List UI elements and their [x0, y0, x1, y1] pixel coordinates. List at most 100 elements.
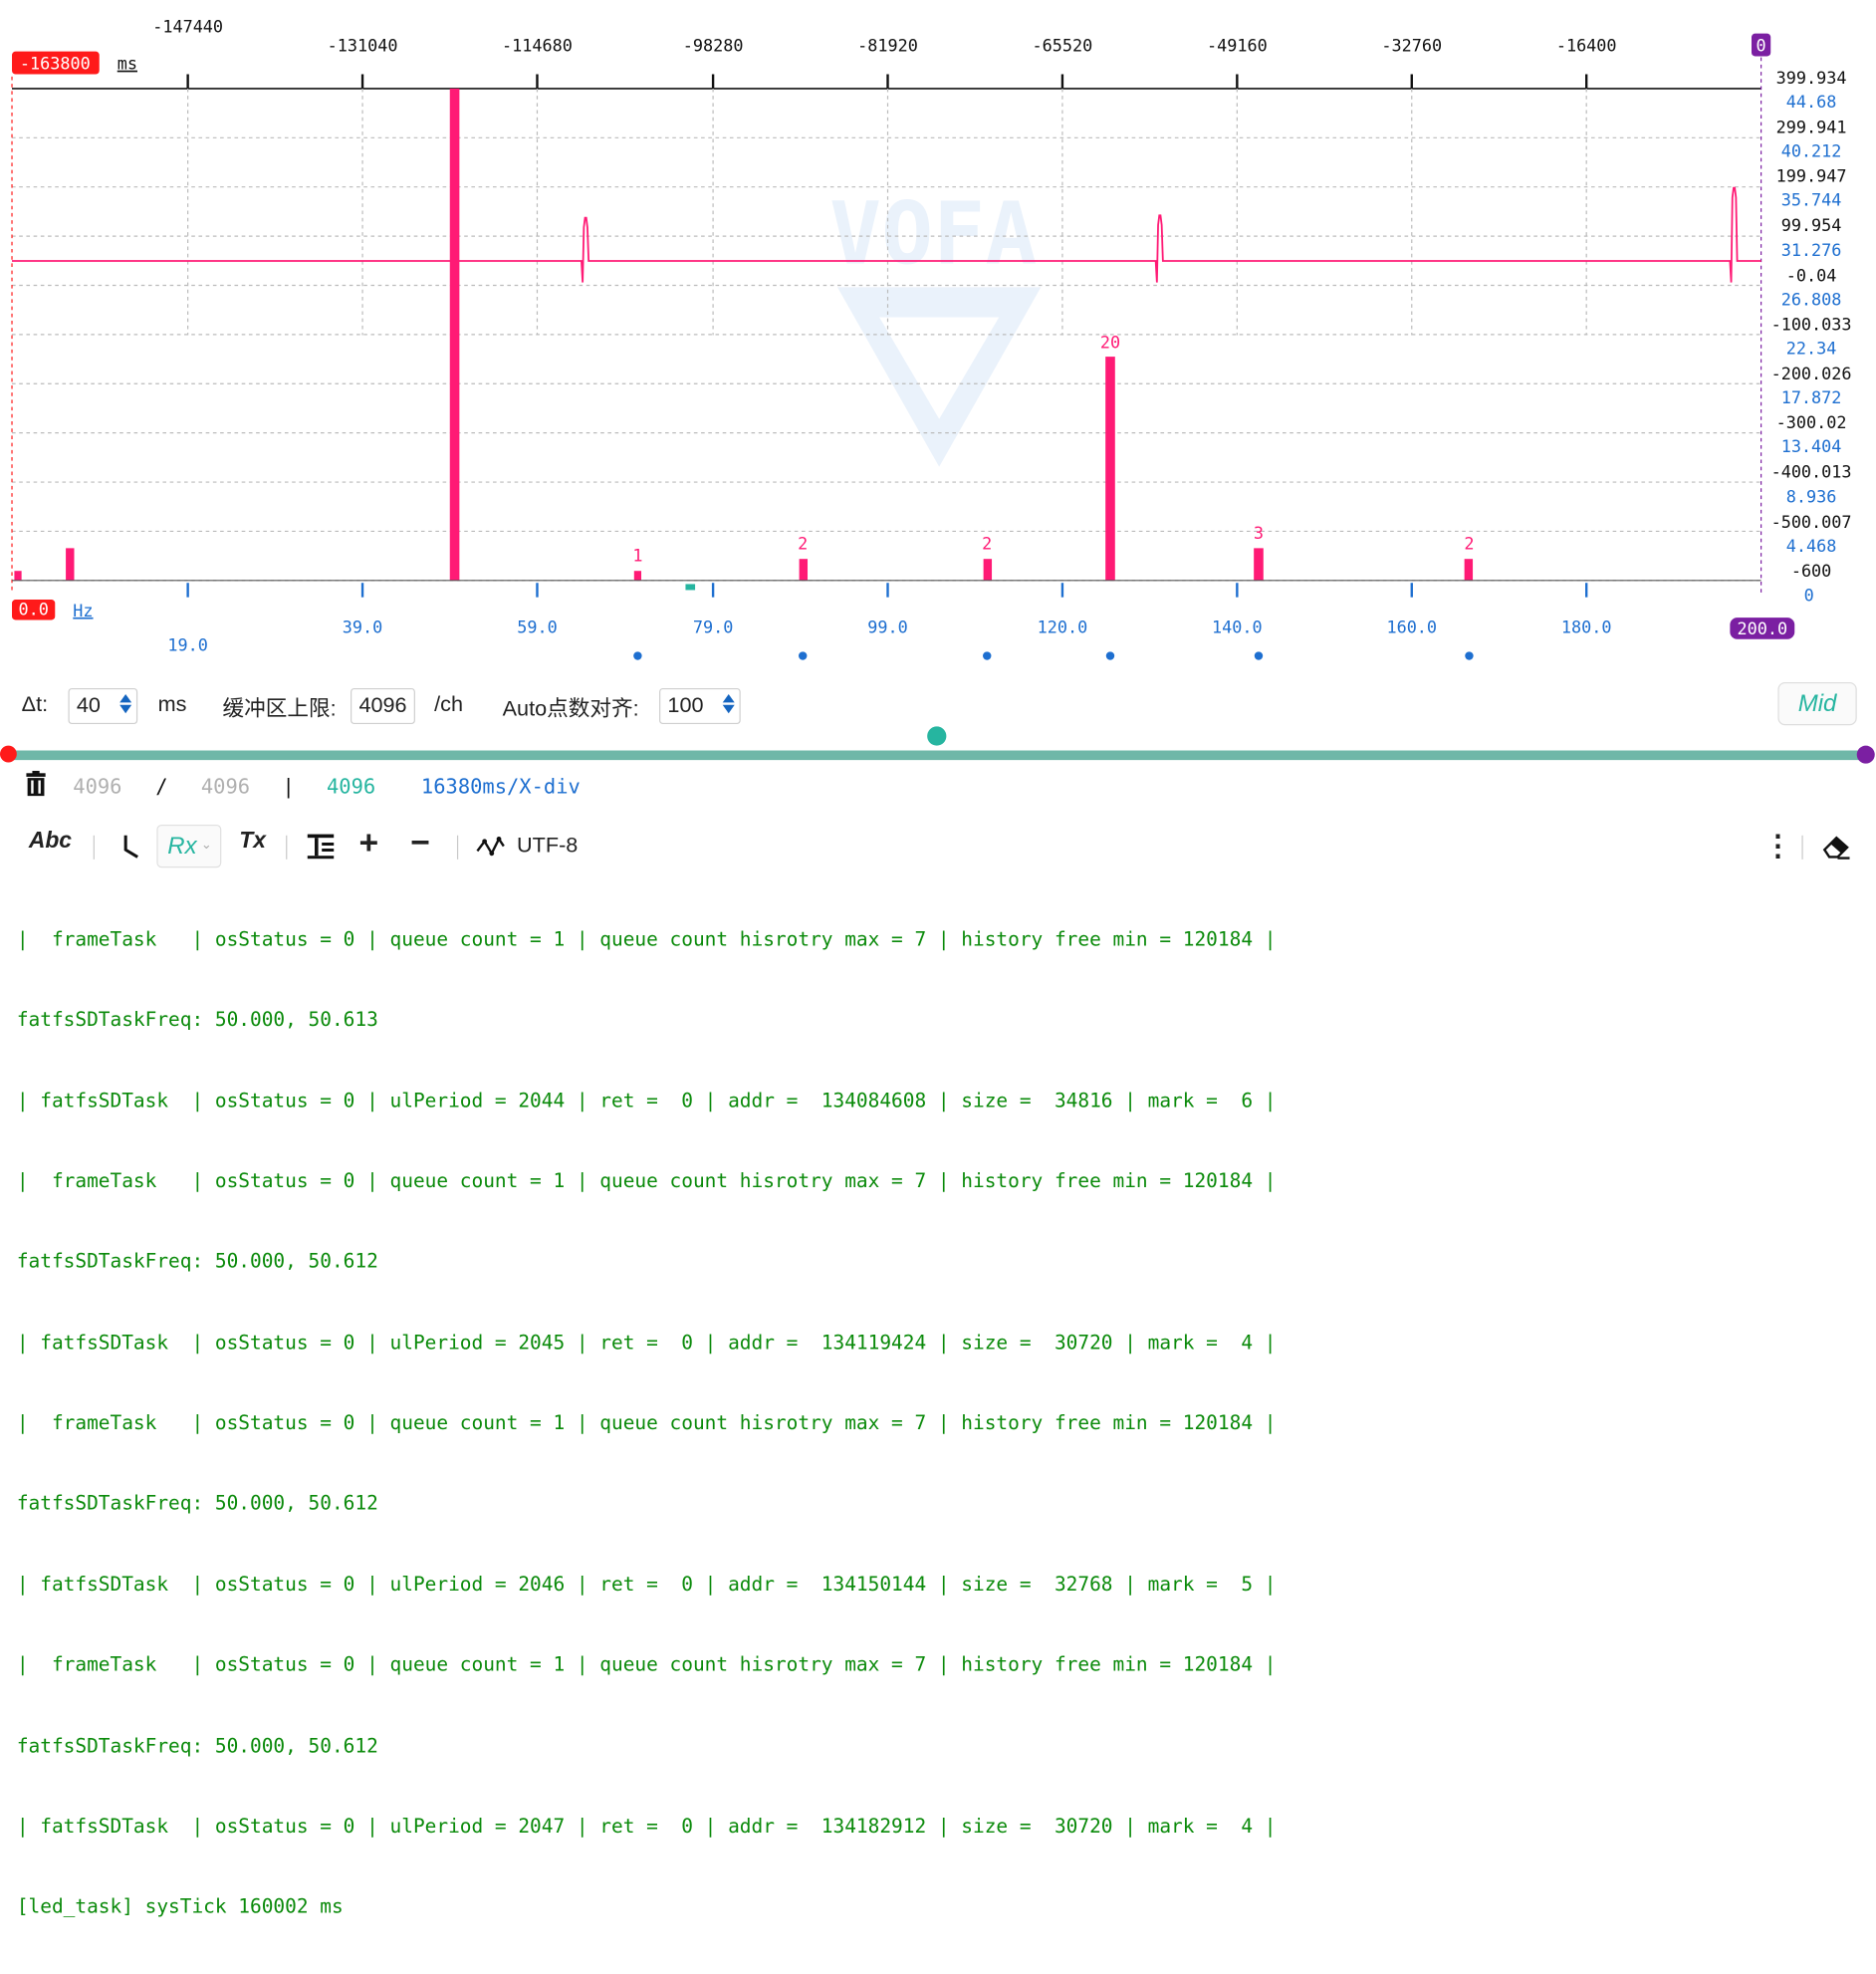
- peak-label: 2: [1464, 534, 1474, 554]
- freq-tick-label: 59.0: [517, 617, 557, 637]
- y-label: 0: [1804, 585, 1814, 605]
- freq-unit: Hz: [73, 601, 93, 620]
- log-line: | frameTask | osStatus = 0 | queue count…: [16, 927, 1277, 951]
- freq-right-value: 200.0: [1737, 618, 1787, 638]
- count-a: 4096: [73, 775, 122, 800]
- peak-label: 20: [1100, 333, 1120, 353]
- log-line: | frameTask | osStatus = 0 | queue count…: [16, 1410, 1277, 1434]
- encoding-select[interactable]: UTF-8: [517, 833, 578, 858]
- mid-button[interactable]: Mid: [1777, 681, 1857, 726]
- y-label: 17.872: [1781, 387, 1842, 407]
- fft-bar: [633, 571, 642, 581]
- time-tick-label: -16400: [1556, 36, 1617, 56]
- slash: /: [155, 775, 168, 800]
- dt-label: Δt:: [21, 691, 49, 716]
- y-label: 299.941: [1776, 117, 1847, 136]
- status-row: 4096 / 4096 | 4096 16380ms/X-div: [0, 770, 1876, 807]
- freq-tick-label: 180.0: [1561, 617, 1612, 637]
- buffer-spinbox[interactable]: 4096: [351, 687, 415, 725]
- y-label: -400.013: [1771, 461, 1852, 481]
- left-cursor-value: -163800: [20, 54, 91, 74]
- time-axis-labels: -147440 -131040 -114680 -98280 -81920 -6…: [152, 16, 1616, 55]
- y-label: -600: [1791, 561, 1831, 581]
- log-line: | fatfsSDTask | osStatus = 0 | ulPeriod …: [16, 1572, 1277, 1596]
- log-line: fatfsSDTaskFreq: 50.000, 50.613: [16, 1008, 378, 1031]
- spin-arrows-icon[interactable]: [118, 692, 132, 721]
- log-line: | fatfsSDTask | osStatus = 0 | ulPeriod …: [16, 1814, 1277, 1838]
- eraser-icon[interactable]: [1821, 833, 1852, 860]
- waveform-icon[interactable]: [476, 835, 505, 859]
- y-label: 399.934: [1776, 68, 1847, 88]
- cursor-icon[interactable]: [119, 833, 143, 859]
- y-label: -200.026: [1771, 364, 1852, 383]
- dt-unit: ms: [157, 691, 187, 716]
- rx-button[interactable]: Rx ⌄: [156, 824, 222, 868]
- time-tick-label: -131040: [328, 36, 398, 56]
- slider-mid-handle[interactable]: [927, 726, 947, 746]
- fft-bar: [983, 559, 993, 581]
- freq-tick-label: 99.0: [867, 617, 907, 637]
- log-line: fatfsSDTaskFreq: 50.000, 50.612: [16, 1249, 378, 1273]
- freq-tick-label: 19.0: [167, 635, 207, 655]
- peak-label: 2: [982, 534, 992, 554]
- waveform-plot[interactable]: VOFA 1 2 2 20 3 2 -147440 -131040 -11468…: [0, 0, 1876, 675]
- toolbar: Abc Rx ⌄ Tx + − UTF-8 ⋮: [0, 821, 1876, 870]
- y-label: 4.468: [1786, 536, 1837, 556]
- slider-right-handle[interactable]: [1856, 745, 1875, 764]
- chevron-down-icon: ⌄: [200, 838, 212, 853]
- fft-bar: [14, 571, 22, 581]
- y-label: 99.954: [1781, 215, 1842, 235]
- text-format-icon[interactable]: [307, 832, 336, 861]
- tx-button[interactable]: Tx: [239, 829, 266, 855]
- y-label: -500.007: [1771, 512, 1852, 532]
- spin-arrows-icon[interactable]: [722, 692, 736, 721]
- trash-icon[interactable]: [24, 770, 48, 797]
- dt-spinbox[interactable]: 40: [68, 687, 138, 725]
- plus-button[interactable]: +: [358, 824, 378, 862]
- y-label: -0.04: [1786, 265, 1837, 285]
- y-label: 31.276: [1781, 240, 1842, 260]
- count-b: 4096: [200, 775, 251, 800]
- freq-tick-label: 140.0: [1212, 617, 1263, 637]
- minus-button[interactable]: −: [410, 824, 430, 862]
- abc-button[interactable]: Abc: [29, 829, 72, 855]
- serial-log[interactable]: | frameTask | osStatus = 0 | queue count…: [17, 872, 1859, 1974]
- fft-bar: [449, 88, 460, 581]
- freq-tick-label: 39.0: [343, 617, 382, 637]
- rx-label: Rx: [167, 833, 197, 860]
- peak-label: 3: [1254, 523, 1264, 543]
- y-label: 40.212: [1781, 140, 1842, 160]
- auto-spinbox[interactable]: 100: [659, 687, 741, 725]
- peak-label: 1: [632, 546, 642, 566]
- buffer-label: 缓冲区上限:: [222, 696, 337, 721]
- auto-value[interactable]: 100: [667, 693, 703, 718]
- y-label: 22.34: [1786, 339, 1837, 359]
- more-icon[interactable]: ⋮: [1763, 830, 1792, 864]
- slider-left-handle[interactable]: [0, 745, 17, 763]
- y-label: -100.033: [1771, 315, 1852, 335]
- freq-axis-labels: 19.0 39.0 59.0 79.0 99.0 120.0 140.0 160…: [167, 617, 1611, 655]
- time-unit: ms: [117, 54, 137, 74]
- divider: |: [282, 775, 295, 800]
- freq-tick-label: 120.0: [1038, 617, 1088, 637]
- log-line: | fatfsSDTask | osStatus = 0 | ulPeriod …: [16, 1089, 1277, 1111]
- time-tick-label: -65520: [1033, 36, 1093, 56]
- time-tick-label: -49160: [1207, 36, 1268, 56]
- y-label: 35.744: [1781, 190, 1842, 210]
- dt-value[interactable]: 40: [77, 693, 101, 718]
- timeline-slider[interactable]: [7, 750, 1867, 761]
- separator: [1801, 835, 1803, 860]
- log-line: fatfsSDTaskFreq: 50.000, 50.612: [16, 1733, 378, 1757]
- buffer-value[interactable]: 4096: [358, 693, 406, 718]
- separator: [456, 835, 459, 860]
- y-label: 8.936: [1786, 487, 1837, 507]
- freq-axis-ticks: [186, 583, 1588, 598]
- log-line: [led_task] sysTick 160002 ms: [16, 1894, 344, 1918]
- time-axis-ticks: [186, 74, 1588, 89]
- freq-tick-label: 160.0: [1386, 617, 1437, 637]
- separator: [93, 835, 95, 860]
- auto-label: Auto点数对齐:: [502, 696, 639, 721]
- fft-bar: [66, 548, 75, 581]
- log-line: | frameTask | osStatus = 0 | queue count…: [16, 1652, 1277, 1676]
- freq-left-value: 0.0: [18, 600, 48, 619]
